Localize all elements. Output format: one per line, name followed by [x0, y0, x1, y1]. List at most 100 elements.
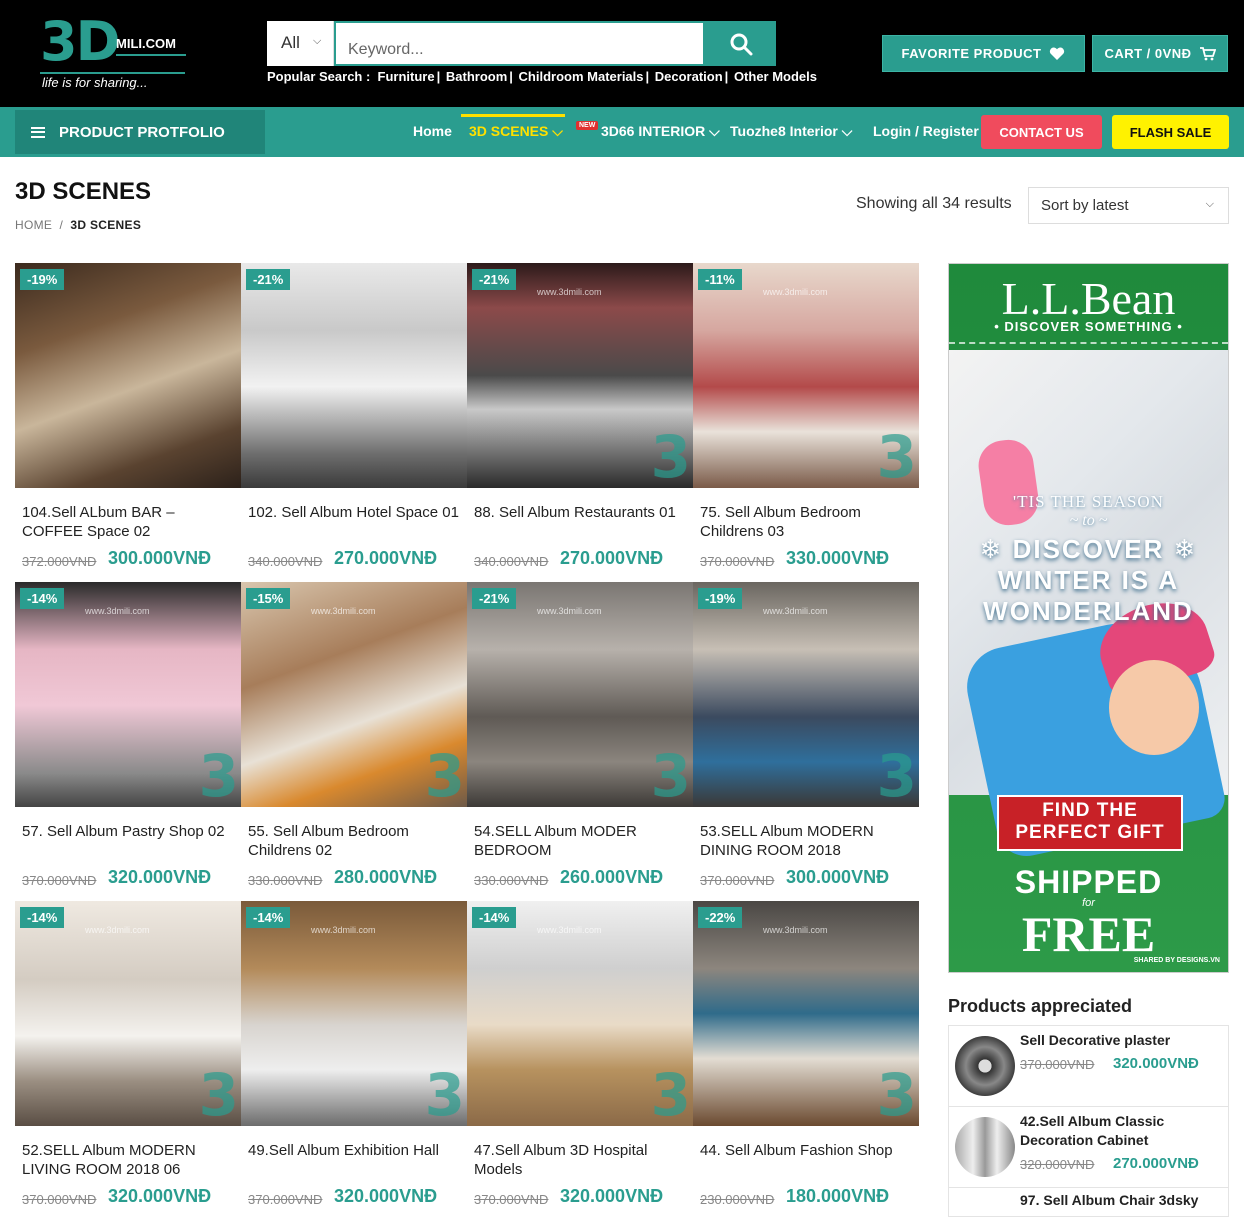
contact-us-button[interactable]: CONTACT US [981, 115, 1102, 149]
nav-3d66-interior[interactable]: 3D66 INTERIOR ⌵ [601, 123, 720, 140]
product-image[interactable]: -19% [15, 263, 241, 488]
product-title[interactable]: 44. Sell Album Fashion Shop [700, 1141, 916, 1160]
appreciated-item[interactable]: 97. Sell Album Chair 3dsky [948, 1187, 1229, 1217]
product-card[interactable]: -19% 104.Sell ALbum BAR – COFFEE Space 02… [15, 263, 241, 569]
product-image[interactable]: -21% www.3dmili.com 3 [467, 263, 693, 488]
results-count: Showing all 34 results [856, 195, 1012, 212]
product-image[interactable]: -22% www.3dmili.com 3 [693, 901, 919, 1126]
logo-underline [40, 72, 185, 74]
favorite-product-button[interactable]: FAVORITE PRODUCT [882, 35, 1085, 72]
product-title[interactable]: 104.Sell ALbum BAR – COFFEE Space 02 [22, 503, 238, 541]
product-title[interactable]: 53.SELL Album MODERN DINING ROOM 2018 [700, 822, 916, 860]
top-header: 3D MILI.COM life is for sharing... All ⌵… [0, 0, 1244, 107]
popular-search: Popular Search : Furniture | Bathroom | Ch… [267, 69, 818, 84]
watermark-logo: 3 [650, 1061, 691, 1126]
appreciated-old-price: 370.000VNĐ [1020, 1057, 1095, 1072]
watermark-url: www.3dmili.com [85, 606, 150, 616]
nav-3d-scenes-label: 3D SCENES [469, 123, 549, 139]
product-title[interactable]: 54.SELL Album MODER BEDROOM [474, 822, 690, 860]
breadcrumb-home[interactable]: HOME [15, 218, 52, 232]
product-card[interactable]: -14% www.3dmili.com 3 57. Sell Album Pastry… [15, 582, 241, 888]
cart-label: CART / 0VNĐ [1104, 46, 1192, 61]
product-image[interactable]: -14% www.3dmili.com 3 [15, 582, 241, 807]
product-card[interactable]: -21% www.3dmili.com 3 88. Sell Album Restau… [467, 263, 693, 569]
product-card[interactable]: -14% www.3dmili.com 3 49.Sell Album Exhibit… [241, 901, 467, 1207]
product-card[interactable]: -19% www.3dmili.com 3 53.SELL Album MODERN … [693, 582, 919, 888]
product-price: 300.000VNĐ [786, 867, 890, 887]
nav-login-register[interactable]: Login / Register [873, 123, 979, 139]
flash-sale-button[interactable]: FLASH SALE [1112, 115, 1229, 149]
breadcrumb-current: 3D SCENES [70, 218, 142, 232]
product-card[interactable]: -21% 102. Sell Album Hotel Space 01 340.00… [241, 263, 467, 569]
product-card[interactable]: -14% www.3dmili.com 3 47.Sell Album 3D Hosp… [467, 901, 693, 1207]
popular-link-bathroom[interactable]: Bathroom [446, 69, 507, 84]
favorite-label: FAVORITE PRODUCT [901, 46, 1042, 61]
product-title[interactable]: 102. Sell Album Hotel Space 01 [248, 503, 464, 522]
popular-link-decoration[interactable]: Decoration [655, 69, 723, 84]
discount-badge: -21% [472, 588, 517, 609]
product-old-price: 370.000VNĐ [700, 873, 775, 888]
site-logo[interactable]: 3D MILI.COM life is for sharing... [40, 10, 190, 96]
product-image[interactable]: -14% www.3dmili.com 3 [15, 901, 241, 1126]
appreciated-item[interactable]: 42.Sell Album Classic Decoration Cabinet… [948, 1106, 1229, 1188]
product-image[interactable]: -11% www.3dmili.com 3 [693, 263, 919, 488]
popular-link-furniture[interactable]: Furniture [378, 69, 435, 84]
watermark-logo: 3 [876, 1061, 917, 1126]
nav-tuozhe8-interior[interactable]: Tuozhe8 Interior ⌵ [730, 123, 852, 140]
search-button[interactable] [705, 21, 776, 66]
discount-badge: -14% [472, 907, 517, 928]
chevron-down-icon: ⌵ [709, 123, 720, 139]
watermark-logo: 3 [198, 1061, 239, 1126]
watermark-logo: 3 [650, 423, 691, 488]
product-old-price: 370.000VNĐ [22, 873, 97, 888]
product-thumbnail [955, 1117, 1015, 1177]
product-image[interactable]: -14% www.3dmili.com 3 [467, 901, 693, 1126]
product-card[interactable]: -15% www.3dmili.com 3 55. Sell Album Bedroo… [241, 582, 467, 888]
nav-3d-scenes[interactable]: 3D SCENES ⌵ [469, 123, 563, 140]
appreciated-item[interactable]: Sell Decorative plaster 370.000VNĐ 320.0… [948, 1025, 1229, 1107]
ad-headline-line3: WONDERLAND [983, 596, 1194, 626]
cart-icon [1199, 46, 1216, 60]
product-title[interactable]: 47.Sell Album 3D Hospital Models [474, 1141, 690, 1179]
ad-headline-line2: WINTER IS A [997, 565, 1180, 595]
ad-gift-line1: FIND THE [1042, 800, 1138, 821]
product-image[interactable]: -19% www.3dmili.com 3 [693, 582, 919, 807]
product-image[interactable]: -21% www.3dmili.com 3 [467, 582, 693, 807]
nav-home[interactable]: Home [413, 123, 452, 139]
cart-button[interactable]: CART / 0VNĐ [1092, 35, 1228, 72]
search-category-select[interactable]: All ⌵ [267, 21, 334, 66]
search-bar: All ⌵ [267, 21, 776, 66]
product-image[interactable]: -21% [241, 263, 467, 488]
product-card[interactable]: -22% www.3dmili.com 3 44. Sell Album Fashio… [693, 901, 919, 1207]
advertisement-banner[interactable]: L.L.Bean • DISCOVER SOMETHING • 'TIS THE… [948, 263, 1229, 973]
ad-to: ~ to ~ [1069, 512, 1108, 529]
product-card[interactable]: -21% www.3dmili.com 3 54.SELL Album MODER B… [467, 582, 693, 888]
popular-link-other[interactable]: Other Models [734, 69, 817, 84]
product-title[interactable]: 55. Sell Album Bedroom Childrens 02 [248, 822, 464, 860]
appreciated-price: 320.000VNĐ [1113, 1055, 1199, 1072]
popular-search-label: Popular Search : [267, 69, 371, 84]
sort-select[interactable]: Sort by latest ⌵ [1028, 187, 1229, 224]
product-title[interactable]: 75. Sell Album Bedroom Childrens 03 [700, 503, 916, 541]
product-title[interactable]: 88. Sell Album Restaurants 01 [474, 503, 690, 522]
discount-badge: -14% [20, 907, 65, 928]
portfolio-label: PRODUCT PROTFOLIO [59, 123, 225, 141]
logo-mark: 3D [40, 10, 120, 73]
product-portfolio-menu[interactable]: PRODUCT PROTFOLIO [15, 110, 265, 154]
product-image[interactable]: -14% www.3dmili.com 3 [241, 901, 467, 1126]
product-title[interactable]: 49.Sell Album Exhibition Hall [248, 1141, 464, 1160]
chevron-down-icon: ⌵ [1205, 198, 1214, 210]
nav-3d66-label: 3D66 INTERIOR [601, 123, 706, 139]
appreciated-title: Products appreciated [948, 996, 1133, 1016]
product-title[interactable]: 52.SELL Album MODERN LIVING ROOM 2018 06 [22, 1141, 238, 1179]
product-price: 320.000VNĐ [334, 1186, 438, 1206]
product-card[interactable]: -14% www.3dmili.com 3 52.SELL Album MODERN … [15, 901, 241, 1207]
product-card[interactable]: -11% www.3dmili.com 3 75. Sell Album Bedroo… [693, 263, 919, 569]
product-image[interactable]: -15% www.3dmili.com 3 [241, 582, 467, 807]
product-title[interactable]: 57. Sell Album Pastry Shop 02 [22, 822, 238, 841]
logo-tagline: life is for sharing... [42, 75, 148, 90]
popular-link-childroom[interactable]: Childroom Materials [519, 69, 644, 84]
watermark-url: www.3dmili.com [537, 606, 602, 616]
search-input[interactable] [334, 21, 705, 66]
ad-stitch-divider [949, 342, 1228, 348]
